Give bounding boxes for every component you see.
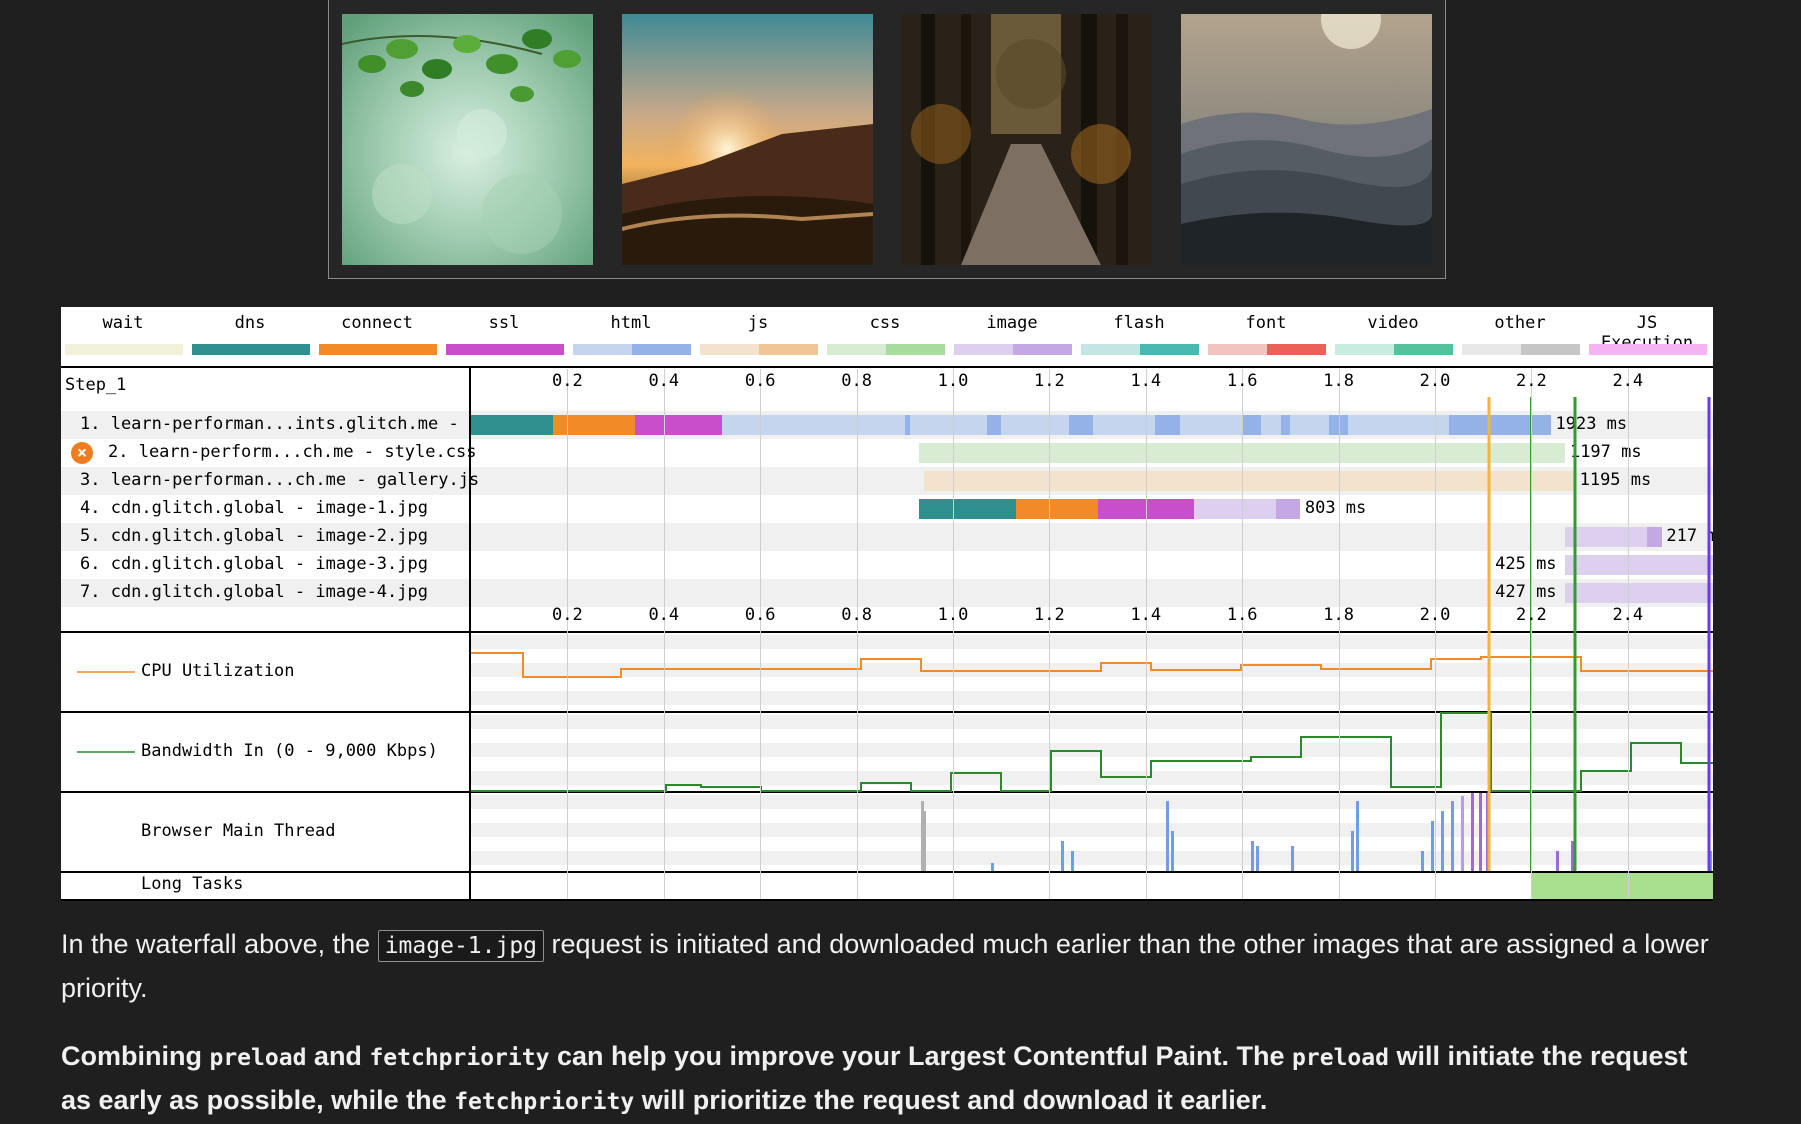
time-tick: 0.4 <box>648 371 680 391</box>
time-tick: 1.2 <box>1034 605 1065 625</box>
paragraph-text: In the waterfall above, the <box>61 929 378 959</box>
step-label: Step_1 <box>65 375 127 395</box>
main-thread-activity <box>1421 851 1424 871</box>
time-tick: 0.8 <box>841 605 872 625</box>
time-tick: 2.4 <box>1612 605 1644 625</box>
time-tick: 0.8 <box>841 371 872 391</box>
time-tick: 1.2 <box>1034 371 1065 391</box>
gallery-image-mountains <box>1181 14 1432 265</box>
image-gallery <box>328 0 1446 279</box>
main-thread-activity <box>991 863 994 871</box>
grid-line <box>1242 369 1244 899</box>
time-tick: 0.2 <box>552 605 583 625</box>
grid-line <box>1435 369 1436 899</box>
main-thread-activity <box>1356 801 1359 871</box>
grid-line <box>1531 369 1533 899</box>
main-thread-activity <box>1471 793 1474 871</box>
long-task-bar <box>1531 873 1713 899</box>
graph-stripe <box>471 691 1713 705</box>
main-thread-activity <box>1071 851 1074 871</box>
main-thread-activity <box>1291 846 1294 871</box>
gallery-image-forest-path <box>901 14 1152 265</box>
grid-line <box>1627 369 1629 899</box>
grid-line <box>663 369 665 899</box>
time-tick: 1.6 <box>1226 605 1258 625</box>
inline-code: image-1.jpg <box>377 930 545 962</box>
grid-line <box>1049 369 1051 899</box>
graph-stripe <box>471 851 1713 865</box>
main-thread-activity <box>1251 841 1254 871</box>
main-thread-activity <box>1431 821 1434 871</box>
gallery-image-leaves <box>342 14 593 265</box>
paragraph-text: will prioritize the request and download… <box>634 1085 1268 1115</box>
main-thread-activity <box>1461 796 1464 871</box>
grid-line <box>760 369 762 899</box>
gallery-image-sunset <box>622 14 873 265</box>
main-thread-activity <box>1556 851 1559 871</box>
main-thread-activity <box>1351 831 1354 871</box>
grid-line <box>1338 369 1340 899</box>
time-tick: 0.6 <box>744 605 776 625</box>
graph-label: CPU Utilization <box>141 661 295 681</box>
time-tick: 1.4 <box>1130 605 1162 625</box>
graph-label: Long Tasks <box>141 874 244 894</box>
grid-line <box>856 369 858 899</box>
time-tick: 1.8 <box>1323 605 1354 625</box>
paragraph-preload: Combining preload and fetchpriority can … <box>61 1035 1721 1123</box>
graph-label: Bandwidth In (0 - 9,000 Kbps) <box>141 741 438 761</box>
main-thread-activity <box>1451 801 1454 871</box>
main-thread-activity <box>1256 846 1259 871</box>
graph-stripe <box>471 795 1713 809</box>
time-tick: 1.0 <box>937 371 969 391</box>
time-tick: 1.6 <box>1226 371 1258 391</box>
graph-label: Browser Main Thread <box>141 821 336 841</box>
time-tick: 2.2 <box>1516 605 1547 625</box>
graph-stripe <box>471 823 1713 837</box>
main-thread-activity <box>1441 811 1444 871</box>
grid-line <box>1145 369 1147 899</box>
time-tick: 1.8 <box>1323 371 1354 391</box>
webpagetest-waterfall: wait dns connect ssl html js css image flash font… <box>61 307 1713 901</box>
main-thread-activity <box>1171 831 1174 871</box>
time-tick: 0.2 <box>552 371 583 391</box>
main-thread-activity <box>1061 841 1064 871</box>
main-thread-activity <box>1479 793 1482 871</box>
paragraph-text: and <box>306 1041 370 1071</box>
graph-stripe <box>471 771 1713 785</box>
paragraph-text: can help you improve your Largest Conten… <box>549 1041 1293 1071</box>
time-tick: 2.0 <box>1419 371 1451 391</box>
graph-canvas <box>77 397 1713 899</box>
time-tick: 2.4 <box>1612 371 1644 391</box>
main-thread-activity <box>1166 801 1169 871</box>
paragraph-waterfall: In the waterfall above, the image-1.jpg … <box>61 923 1721 1009</box>
graph-stripe <box>471 635 1713 649</box>
grid-line <box>953 369 954 899</box>
time-tick: 1.4 <box>1130 371 1162 391</box>
time-tick: 0.6 <box>744 371 776 391</box>
inline-code: preload <box>1292 1045 1389 1071</box>
grid-line <box>567 369 569 899</box>
time-tick: 2.2 <box>1516 371 1547 391</box>
inline-code: preload <box>209 1045 307 1071</box>
time-tick: 0.4 <box>648 605 680 625</box>
main-thread-activity <box>923 811 926 871</box>
time-tick: 1.0 <box>937 605 969 625</box>
graph-stripe <box>471 715 1713 729</box>
inline-code: fetchpriority <box>369 1045 550 1071</box>
inline-code: fetchpriority <box>454 1089 635 1115</box>
time-tick: 2.0 <box>1419 605 1451 625</box>
paragraph-text: Combining <box>61 1041 210 1071</box>
